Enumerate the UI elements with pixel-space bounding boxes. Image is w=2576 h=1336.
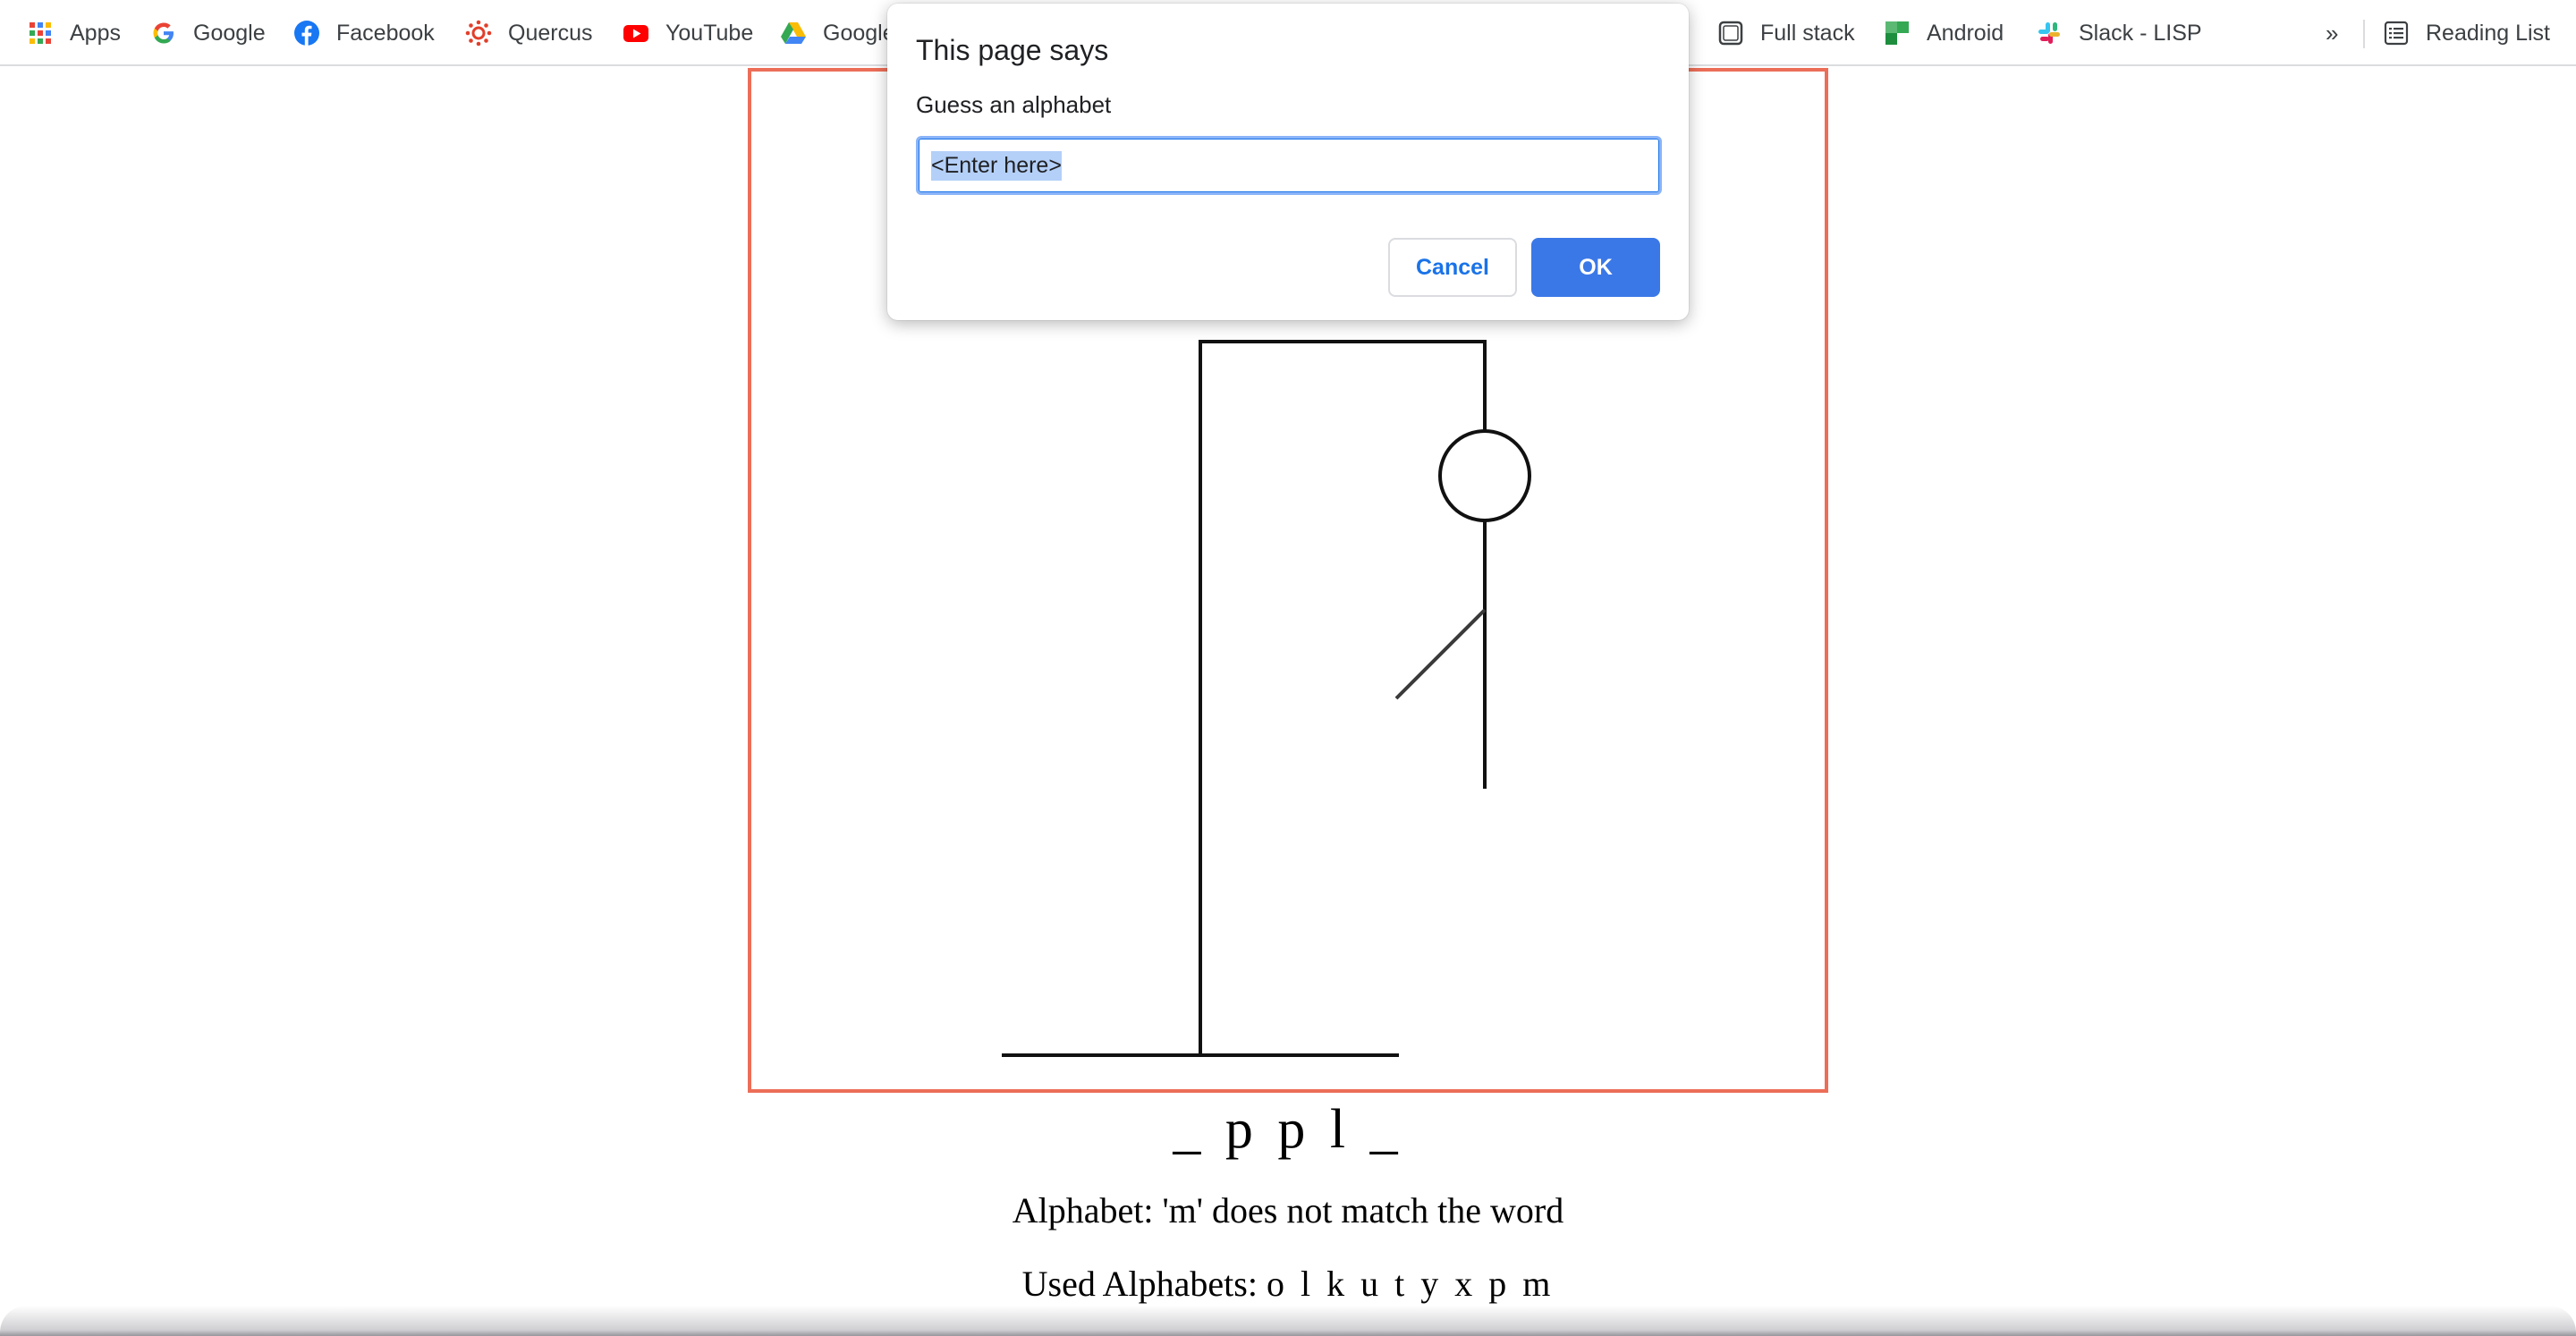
window-bottom-edge xyxy=(0,1306,2576,1336)
apps-grid-icon xyxy=(27,20,54,47)
bookmark-full-stack[interactable]: Full stack xyxy=(1717,0,1855,66)
slack-icon xyxy=(2036,20,2063,47)
facebook-icon xyxy=(293,20,320,47)
quercus-icon xyxy=(465,20,492,47)
used-alphabets-line: Used Alphabets: o l k u t y x p m xyxy=(0,1257,2576,1311)
bookmarks-divider xyxy=(2363,20,2365,48)
used-alphabets-label: Used Alphabets: xyxy=(1021,1264,1258,1304)
bookmark-facebook[interactable]: Facebook xyxy=(293,0,435,66)
reading-list-label: Reading List xyxy=(2426,20,2550,46)
bookmark-slack-lisp[interactable]: Slack - LISP xyxy=(2036,0,2202,66)
folder-outline-icon xyxy=(1717,20,1744,47)
guess-input[interactable]: <Enter here> xyxy=(916,136,1662,195)
bookmark-label: Facebook xyxy=(336,20,435,46)
word-display: _ p p l _ xyxy=(1173,1099,1403,1160)
youtube-icon xyxy=(623,20,649,47)
bookmark-label: Google xyxy=(823,20,895,46)
bookmark-apps[interactable]: Apps xyxy=(27,0,121,66)
bookmark-quercus[interactable]: Quercus xyxy=(465,0,592,66)
guess-input-value: <Enter here> xyxy=(931,150,1062,181)
bookmark-label: Quercus xyxy=(508,20,593,46)
bookmark-youtube[interactable]: YouTube xyxy=(623,0,753,66)
bookmark-google[interactable]: Google xyxy=(150,0,266,66)
bookmark-google-drive[interactable]: Google xyxy=(780,0,895,66)
bookmark-label: Slack - LISP xyxy=(2079,20,2202,46)
bookmark-label: Full stack xyxy=(1760,20,1855,46)
google-drive-icon xyxy=(780,20,807,47)
dialog-title: This page says xyxy=(916,34,1109,66)
bookmarks-overflow-chevron-icon[interactable]: » xyxy=(2326,0,2338,66)
hangman-head xyxy=(1438,429,1531,522)
bookmark-label: YouTube xyxy=(665,20,754,46)
bookmark-label: Android xyxy=(1927,20,2004,46)
guess-status-text: Alphabet: 'm' does not match the word xyxy=(1012,1190,1564,1230)
cancel-button[interactable]: Cancel xyxy=(1388,238,1517,297)
ok-button[interactable]: OK xyxy=(1531,238,1660,297)
bookmark-android[interactable]: Android xyxy=(1884,0,2004,66)
prompt-dialog: This page says Guess an alphabet <Enter … xyxy=(887,4,1689,320)
dialog-message: Guess an alphabet xyxy=(916,91,1112,118)
reading-list-icon xyxy=(2383,20,2410,47)
bookmark-label: Google xyxy=(193,20,266,46)
google-icon xyxy=(150,20,177,47)
hangman-left-arm xyxy=(1394,608,1487,700)
reading-list-button[interactable]: Reading List xyxy=(2383,0,2550,66)
android-icon xyxy=(1884,20,1911,47)
used-alphabets-list: o l k u t y x p m xyxy=(1266,1264,1555,1304)
bookmark-label: Apps xyxy=(70,20,121,46)
